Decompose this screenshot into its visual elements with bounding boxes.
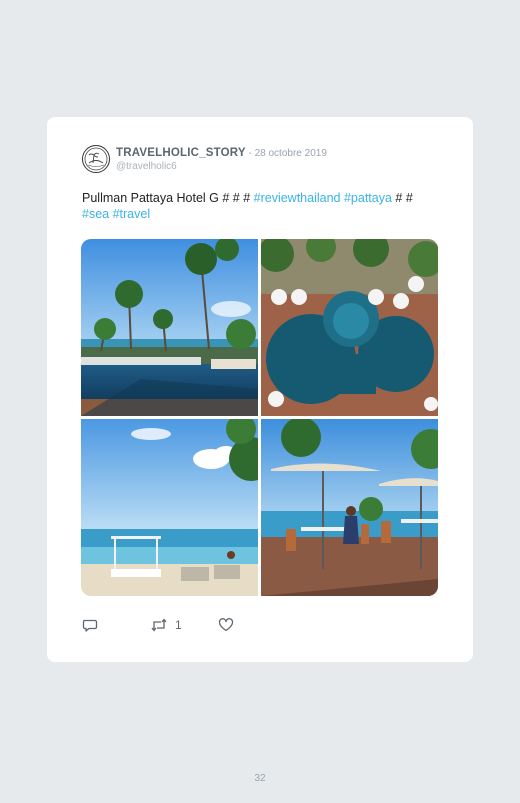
hashtag-link[interactable]: #pattaya	[344, 191, 392, 205]
author-line: TRAVELHOLIC_STORY - 28 octobre 2019	[116, 147, 327, 159]
hashtag-link[interactable]: #reviewthailand	[254, 191, 341, 205]
page-number: 32	[254, 773, 266, 784]
author-handle[interactable]: @travelholic6	[116, 161, 177, 172]
like-button[interactable]	[218, 617, 234, 638]
retweet-button[interactable]	[150, 617, 168, 638]
retweet-icon	[151, 618, 167, 632]
reply-icon	[82, 619, 98, 632]
reply-button[interactable]	[82, 617, 98, 638]
heart-icon	[218, 618, 234, 632]
hashtag-link[interactable]: #travel	[113, 207, 151, 221]
text-part: Pullman Pattaya Hotel G # # #	[82, 191, 254, 205]
pool-palms-photo[interactable]	[81, 239, 258, 416]
date-separator: -	[245, 148, 255, 159]
author-name[interactable]: TRAVELHOLIC_STORY	[116, 147, 246, 159]
photo-gallery	[81, 239, 438, 596]
hashtag-link[interactable]: #sea	[82, 207, 109, 221]
avatar[interactable]	[82, 145, 110, 173]
avatar-logo-icon	[84, 147, 108, 171]
tweet-text: Pullman Pattaya Hotel G # # # #reviewtha…	[82, 190, 442, 222]
tweet-card: TRAVELHOLIC_STORY - 28 octobre 2019 @tra…	[47, 117, 473, 662]
tweet-actions: 1	[82, 617, 282, 635]
aerial-pool-photo[interactable]	[261, 239, 438, 416]
retweet-count: 1	[175, 618, 182, 632]
beach-daybed-photo[interactable]	[81, 419, 258, 596]
beach-terrace-photo[interactable]	[261, 419, 438, 596]
text-part: # #	[391, 191, 413, 205]
tweet-date[interactable]: 28 octobre 2019	[255, 148, 327, 159]
